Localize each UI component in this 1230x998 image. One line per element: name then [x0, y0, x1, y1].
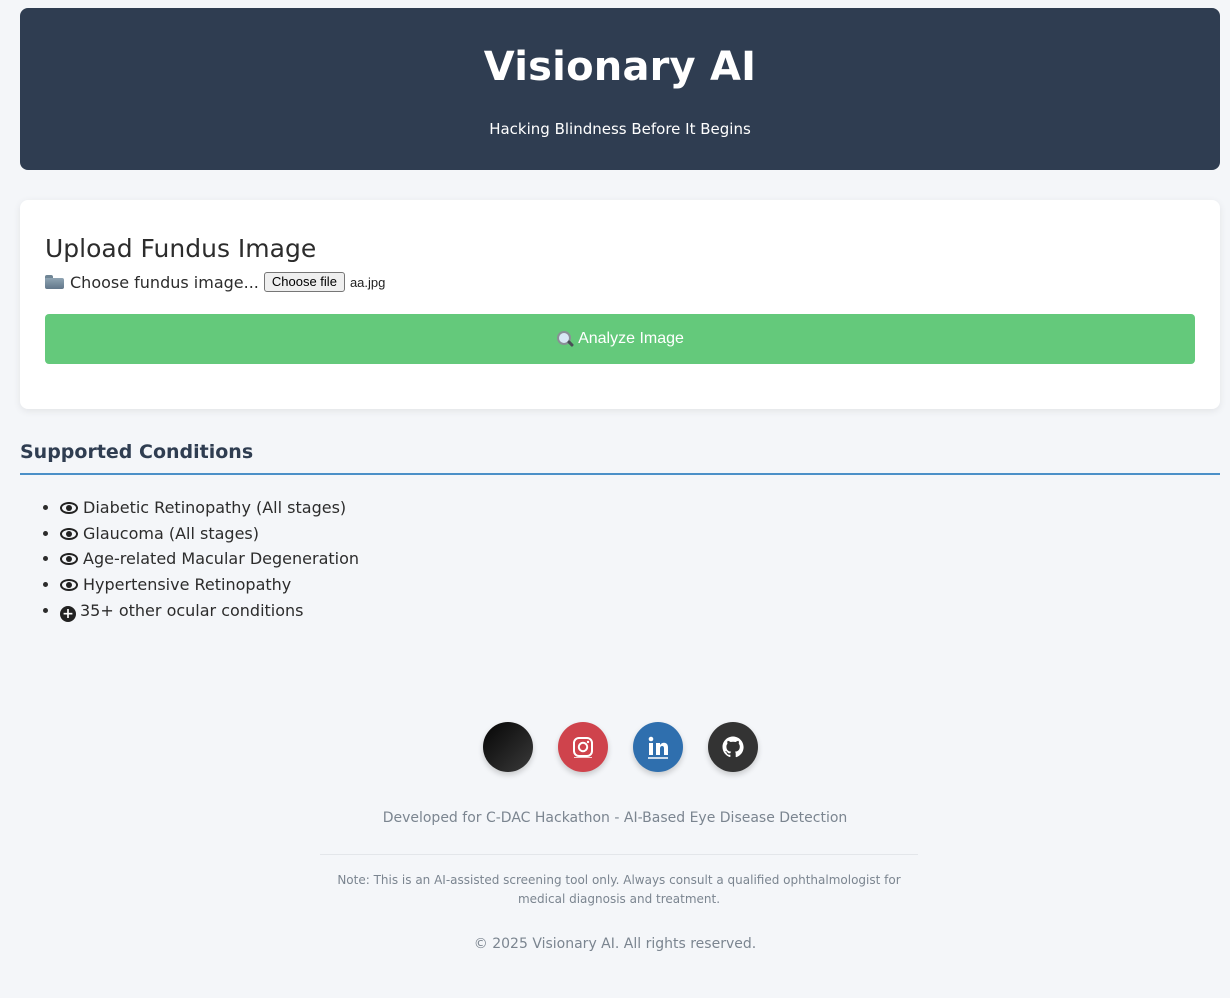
condition-label: Age-related Macular Degeneration: [83, 549, 360, 569]
upload-card: Upload Fundus Image Choose fundus image.…: [20, 200, 1220, 409]
plus-circle-icon: +: [60, 605, 76, 622]
github-link[interactable]: [708, 722, 758, 772]
list-item: +35+ other ocular conditions: [60, 598, 359, 624]
eye-icon: [60, 579, 78, 592]
upload-heading: Upload Fundus Image: [45, 234, 317, 263]
header-banner: Visionary AI Hacking Blindness Before It…: [20, 8, 1220, 170]
eye-icon: [60, 527, 78, 540]
linkedin-link[interactable]: [633, 722, 683, 772]
conditions-list: Diabetic Retinopathy (All stages) Glauco…: [20, 495, 359, 623]
page: Visionary AI Hacking Blindness Before It…: [0, 0, 1230, 998]
developed-for-text: Developed for C-DAC Hackathon - AI-Based…: [382, 810, 848, 826]
condition-label: Glaucoma (All stages): [83, 523, 260, 543]
app-title: Visionary AI: [483, 44, 757, 90]
footer-divider: [320, 854, 918, 855]
supported-conditions-title: Supported Conditions: [20, 441, 254, 463]
linkedin-icon: [648, 736, 668, 759]
disclaimer-note: Note: This is an AI-assisted screening t…: [337, 873, 901, 906]
github-icon: [722, 736, 744, 758]
eye-icon: [60, 553, 78, 566]
condition-label: 35+ other ocular conditions: [80, 600, 304, 620]
instagram-icon: [573, 737, 593, 758]
choose-file-button[interactable]: Choose file: [263, 272, 345, 292]
instagram-link[interactable]: [558, 722, 608, 772]
condition-label: Diabetic Retinopathy (All stages): [83, 498, 347, 517]
list-item: Diabetic Retinopathy (All stages): [60, 495, 359, 521]
eye-icon: [60, 502, 78, 514]
condition-label: Hypertensive Retinopathy: [83, 575, 292, 595]
list-item: Age-related Macular Degeneration: [60, 546, 359, 572]
section-divider: [20, 473, 1220, 475]
app-tagline: Hacking Blindness Before It Begins: [489, 120, 751, 138]
copyright-text: © 2025 Visionary AI. All rights reserved…: [473, 936, 757, 952]
list-item: Glaucoma (All stages): [60, 521, 359, 547]
file-input-row: Choose fundus image... Choose file aa.jp…: [45, 271, 385, 293]
folder-icon: [45, 275, 64, 289]
list-item: Hypertensive Retinopathy: [60, 572, 359, 598]
file-input-label: Choose fundus image...: [70, 272, 259, 292]
analyze-image-button[interactable]: Analyze Image: [45, 314, 1195, 364]
magnifier-icon: [556, 330, 575, 348]
analyze-button-label: Analyze Image: [578, 330, 684, 347]
social-links: [483, 722, 758, 772]
x-link[interactable]: [483, 722, 533, 772]
selected-file-name: aa.jpg: [349, 274, 386, 290]
